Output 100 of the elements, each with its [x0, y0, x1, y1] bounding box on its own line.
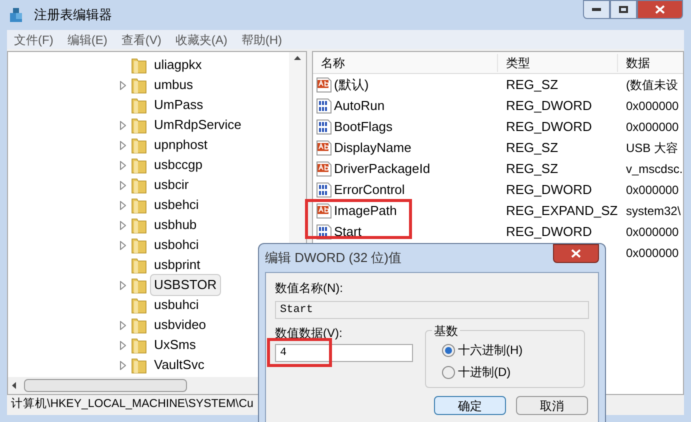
- radio-button[interactable]: [442, 366, 455, 378]
- folder-icon: [131, 76, 147, 94]
- column-header[interactable]: 名称: [313, 54, 498, 72]
- value-data: (数值未设: [625, 76, 679, 94]
- value-type: REG_SZ: [506, 76, 558, 92]
- tree-item[interactable]: usbprint: [150, 254, 204, 276]
- tree-item[interactable]: UxSms: [150, 334, 200, 356]
- column-header[interactable]: 类型: [498, 54, 618, 72]
- name-label: 数值名称(N):: [275, 280, 344, 297]
- radio-label[interactable]: 十六进制(H): [458, 341, 523, 359]
- tree-item[interactable]: uliagpkx: [150, 54, 206, 76]
- dialog-title: 编辑 DWORD (32 位)值: [265, 249, 402, 268]
- value-type: REG_DWORD: [506, 118, 592, 134]
- base-label: 基数: [432, 322, 460, 340]
- expand-arrow-icon[interactable]: [120, 120, 126, 130]
- close-button[interactable]: [637, 0, 683, 19]
- value-data: USB 大容: [625, 140, 680, 156]
- folder-icon: [131, 256, 147, 274]
- data-field[interactable]: 4: [275, 344, 413, 362]
- value-data: 0x000000: [625, 182, 680, 198]
- tree-item[interactable]: usbccgp: [150, 154, 206, 176]
- tree-item[interactable]: usbehci: [150, 194, 203, 216]
- menu-item[interactable]: 文件(F): [14, 30, 54, 48]
- window-title: 注册表编辑器: [34, 6, 112, 24]
- folder-icon: [131, 176, 147, 194]
- ab-icon: [316, 160, 332, 176]
- expand-arrow-icon[interactable]: [120, 160, 126, 170]
- expand-arrow-icon[interactable]: [120, 360, 126, 370]
- folder-icon: [131, 236, 147, 254]
- value-type: REG_DWORD: [506, 98, 592, 113]
- folder-icon: [131, 296, 147, 314]
- minimize-button[interactable]: [583, 0, 610, 19]
- value-type: REG_SZ: [506, 160, 558, 176]
- dialog-button[interactable]: 取消: [516, 396, 588, 415]
- tree-item[interactable]: usbvideo: [150, 314, 210, 336]
- expand-arrow-icon[interactable]: [120, 280, 126, 290]
- value-name[interactable]: BootFlags: [334, 116, 393, 136]
- menu-item[interactable]: 编辑(E): [67, 30, 108, 48]
- expand-arrow-icon[interactable]: [120, 340, 126, 350]
- tree-item[interactable]: usbcir: [150, 174, 193, 196]
- folder-icon: [131, 316, 147, 334]
- tree-item[interactable]: UmPass: [150, 94, 208, 116]
- menu-item[interactable]: 帮助(H): [241, 30, 282, 48]
- value-data: 0x000000: [625, 98, 680, 114]
- value-name[interactable]: DisplayName: [334, 138, 412, 158]
- value-type: REG_DWORD: [506, 224, 592, 239]
- status-path: 计算机\HKEY_LOCAL_MACHINE\SYSTEM\Cu: [11, 396, 254, 412]
- folder-icon: [131, 96, 147, 114]
- binary-icon: [316, 98, 332, 114]
- expand-arrow-icon[interactable]: [120, 200, 126, 210]
- expand-arrow-icon[interactable]: [120, 80, 126, 90]
- expand-arrow-icon[interactable]: [120, 140, 126, 150]
- tree-item[interactable]: usbhub: [150, 214, 201, 236]
- menu-item[interactable]: 收藏夹(A): [175, 30, 228, 48]
- value-data: 0x000000: [625, 244, 680, 262]
- scroll-up-icon[interactable]: [294, 56, 301, 60]
- expand-arrow-icon[interactable]: [120, 180, 126, 190]
- scroll-thumb[interactable]: [24, 379, 187, 392]
- tree-item[interactable]: umbus: [150, 74, 198, 96]
- dialog-close-button[interactable]: [553, 244, 599, 263]
- expand-arrow-icon[interactable]: [120, 320, 126, 330]
- tree-item[interactable]: upnphost: [150, 134, 212, 156]
- value-type: REG_DWORD: [506, 182, 592, 197]
- value-data: 0x000000: [625, 224, 680, 240]
- close-icon: [655, 5, 665, 14]
- expand-arrow-icon[interactable]: [120, 220, 126, 230]
- value-name[interactable]: DriverPackageId: [334, 158, 430, 178]
- value-name[interactable]: ErrorControl: [334, 180, 405, 200]
- column-header[interactable]: 数据: [618, 54, 683, 72]
- ab-icon: [316, 202, 332, 218]
- value-name[interactable]: Start: [334, 222, 362, 242]
- tree-item[interactable]: VaultSvc: [150, 354, 208, 376]
- scroll-left-icon[interactable]: [12, 382, 16, 389]
- menu-item[interactable]: 查看(V): [121, 30, 162, 48]
- value-type: REG_SZ: [506, 140, 558, 155]
- value-data: v_mscdsc.: [625, 160, 683, 178]
- value-data: system32\: [625, 202, 682, 220]
- folder-icon: [131, 136, 147, 154]
- expand-arrow-icon[interactable]: [120, 240, 126, 250]
- tree-item[interactable]: UmRdpService: [150, 114, 246, 136]
- radio-button[interactable]: [442, 344, 455, 356]
- ab-icon: [316, 76, 332, 92]
- folder-icon: [131, 56, 147, 74]
- value-name[interactable]: (默认): [334, 74, 369, 94]
- dialog-button[interactable]: 确定: [434, 396, 506, 415]
- tree-item[interactable]: usbohci: [150, 234, 203, 256]
- folder-icon: [131, 156, 147, 174]
- binary-icon: [316, 118, 332, 134]
- value-type: REG_EXPAND_SZ: [506, 202, 618, 218]
- radio-label[interactable]: 十进制(D): [458, 363, 511, 381]
- folder-icon: [131, 336, 147, 354]
- value-name[interactable]: AutoRun: [334, 96, 385, 116]
- folder-icon: [131, 116, 147, 134]
- tree-item[interactable]: USBSTOR: [150, 274, 221, 296]
- maximize-button[interactable]: [610, 0, 637, 19]
- folder-icon: [131, 216, 147, 234]
- name-field[interactable]: Start: [275, 301, 589, 319]
- value-data: 0x000000: [625, 118, 680, 136]
- value-name[interactable]: ImagePath: [334, 200, 397, 220]
- tree-item[interactable]: usbuhci: [150, 294, 203, 316]
